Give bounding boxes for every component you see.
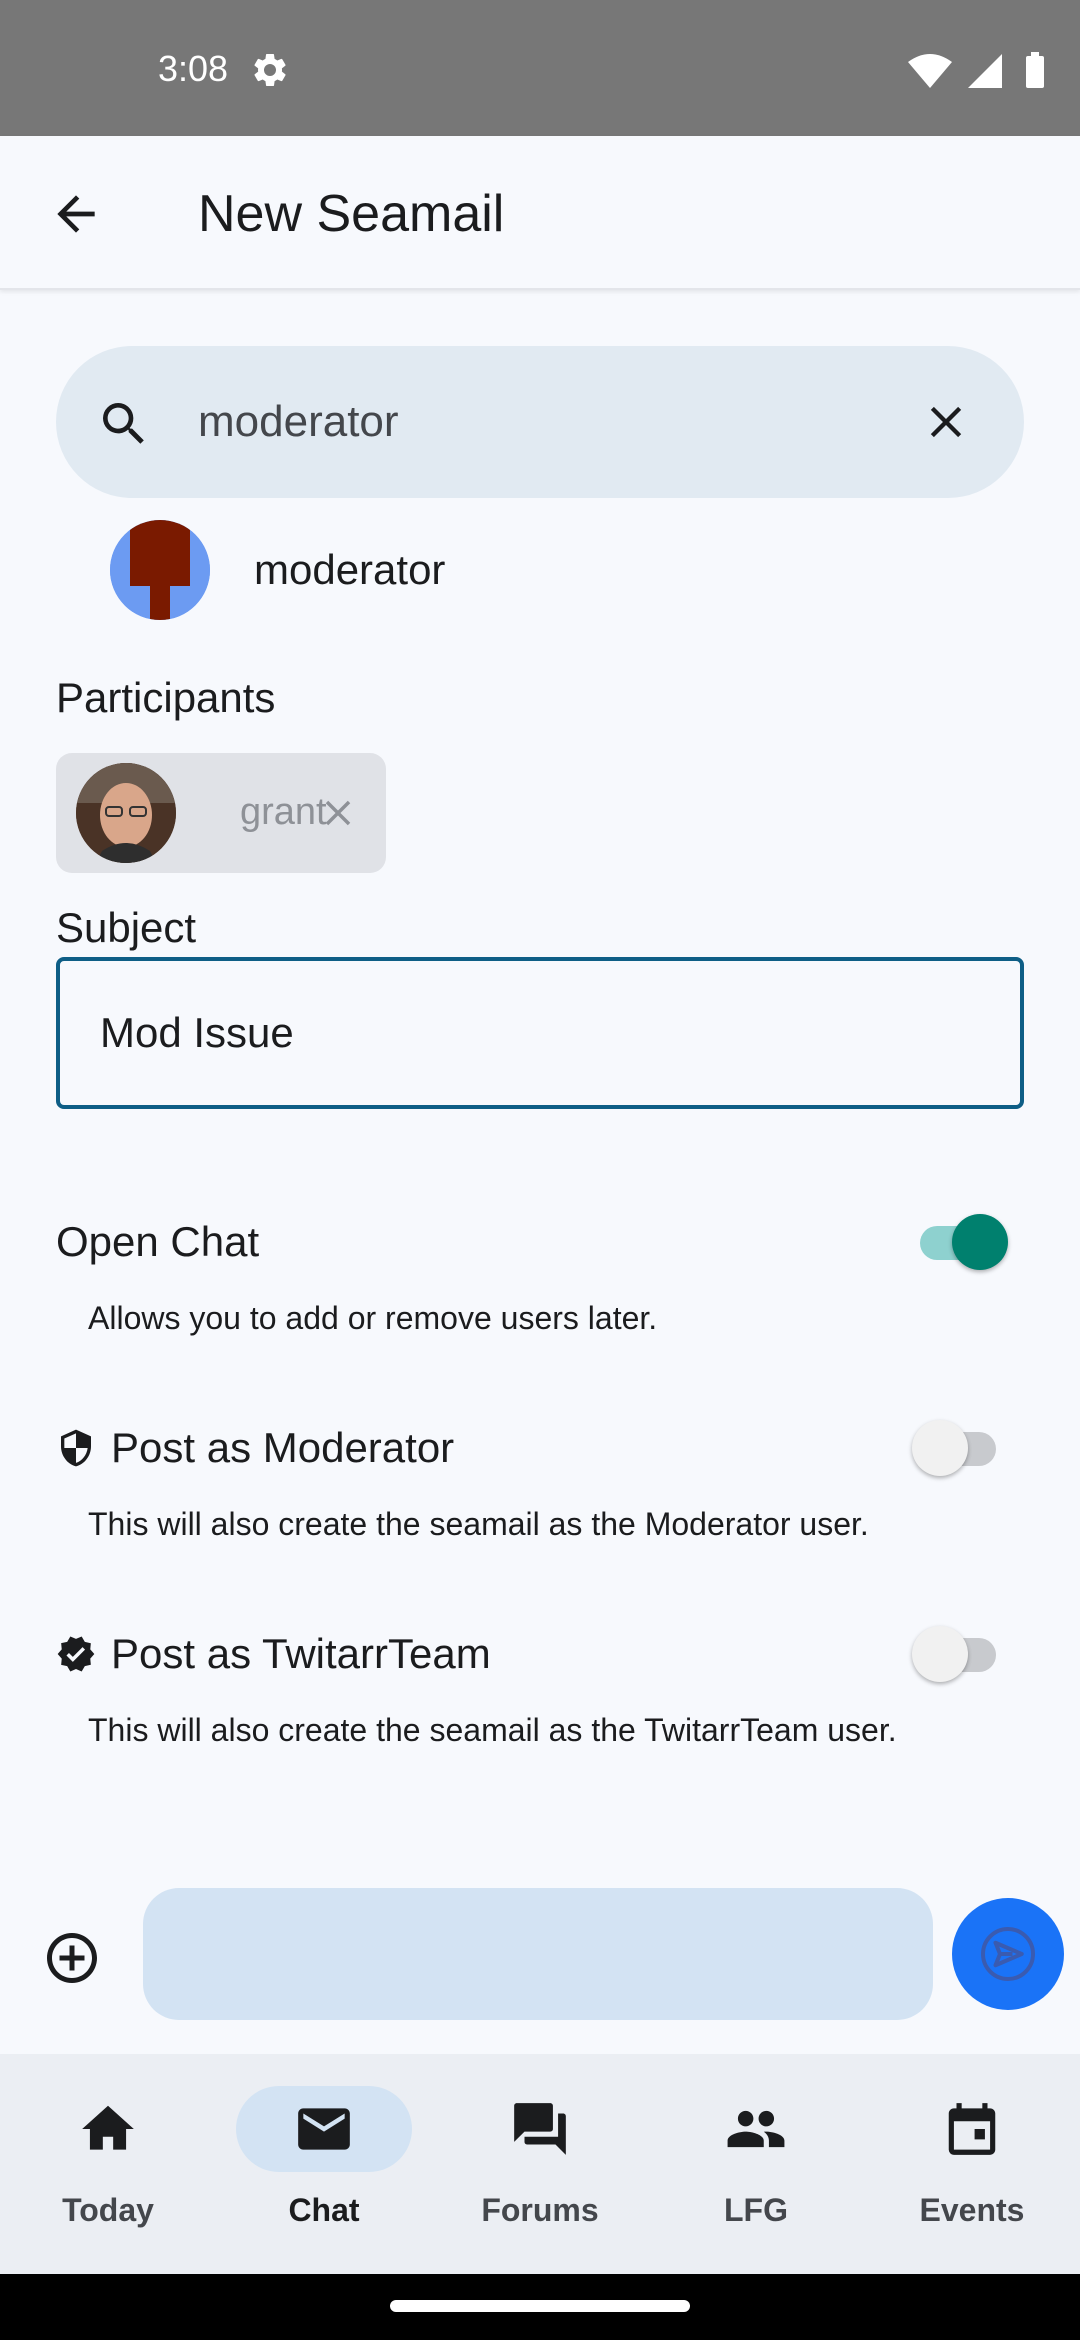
status-icons bbox=[908, 52, 1044, 88]
option-description: This will also create the seamail as the… bbox=[88, 1506, 869, 1542]
arrow-back-icon bbox=[57, 195, 95, 233]
post-as-twitarrteam-toggle[interactable] bbox=[912, 1624, 1008, 1682]
nav-item-forums[interactable]: Forums bbox=[432, 2054, 648, 2274]
nav-label: Today bbox=[62, 2192, 154, 2228]
toggle-knob bbox=[952, 1214, 1008, 1270]
user-search-bar[interactable] bbox=[56, 346, 1024, 498]
option-description: Allows you to add or remove users later. bbox=[88, 1300, 658, 1336]
close-icon bbox=[325, 800, 351, 826]
calendar-icon bbox=[948, 2103, 996, 2155]
shield-icon bbox=[61, 1429, 91, 1467]
add-circle-icon bbox=[47, 1933, 97, 1983]
option-open-chat: Open Chat bbox=[56, 1202, 1024, 1278]
battery-icon bbox=[1026, 56, 1044, 88]
mail-icon bbox=[298, 2108, 350, 2150]
nav-label: Events bbox=[919, 2192, 1025, 2228]
home-gesture-handle[interactable] bbox=[390, 2300, 690, 2312]
grant-avatar-image bbox=[76, 763, 176, 863]
message-input[interactable] bbox=[143, 1888, 933, 2020]
participant-chip[interactable]: grant bbox=[56, 753, 386, 873]
status-time: 3:08 bbox=[158, 48, 229, 89]
send-icon bbox=[981, 1927, 1035, 1981]
nav-item-events[interactable]: Events bbox=[864, 2054, 1080, 2274]
search-result-item[interactable]: moderator bbox=[56, 512, 1024, 628]
open-chat-toggle[interactable] bbox=[912, 1212, 1008, 1270]
system-gesture-bar bbox=[0, 2274, 1080, 2340]
nav-pill bbox=[236, 2086, 412, 2172]
nav-label: Forums bbox=[481, 2192, 599, 2228]
nav-item-lfg[interactable]: LFG bbox=[648, 2054, 864, 2274]
option-label: Post as TwitarrTeam bbox=[111, 1630, 491, 1677]
avatar bbox=[76, 763, 176, 863]
nav-pill bbox=[668, 2086, 844, 2172]
nav-pill bbox=[20, 2086, 196, 2172]
send-button[interactable] bbox=[952, 1898, 1064, 2010]
search-result-name: moderator bbox=[254, 546, 446, 593]
page-title: New Seamail bbox=[198, 185, 505, 243]
back-button[interactable] bbox=[40, 178, 112, 250]
verified-badge-icon bbox=[57, 1636, 95, 1672]
nav-label: LFG bbox=[724, 2192, 788, 2228]
option-description: This will also create the seamail as the… bbox=[88, 1712, 897, 1748]
option-post-as-moderator: Post as Moderator bbox=[56, 1408, 1024, 1484]
people-icon bbox=[727, 2110, 785, 2148]
search-input[interactable] bbox=[198, 384, 898, 460]
nav-item-today[interactable]: Today bbox=[0, 2054, 216, 2274]
bottom-navigation: Today Chat Forums LFG Events bbox=[0, 2054, 1080, 2274]
option-label: Open Chat bbox=[56, 1218, 260, 1265]
subject-input[interactable] bbox=[100, 1001, 980, 1065]
message-composer bbox=[0, 1880, 1080, 2050]
avatar bbox=[110, 520, 210, 620]
subject-field[interactable] bbox=[56, 957, 1024, 1109]
subject-label: Subject bbox=[56, 904, 197, 951]
wifi-icon bbox=[908, 54, 952, 88]
participants-label: Participants bbox=[56, 674, 276, 721]
nav-label: Chat bbox=[288, 2192, 360, 2228]
option-label: Post as Moderator bbox=[111, 1424, 455, 1471]
moderator-avatar-image bbox=[110, 520, 210, 620]
forum-icon bbox=[514, 2103, 566, 2155]
attach-button[interactable] bbox=[38, 1924, 106, 1992]
settings-gear-icon bbox=[254, 53, 286, 86]
status-bar: 3:08 bbox=[0, 0, 1080, 136]
search-icon bbox=[103, 403, 144, 444]
clear-search-button[interactable] bbox=[910, 386, 982, 458]
remove-participant-button[interactable] bbox=[314, 789, 362, 837]
nav-item-chat[interactable]: Chat bbox=[216, 2054, 432, 2274]
home-icon bbox=[82, 2105, 134, 2150]
cell-signal-icon bbox=[968, 54, 1002, 88]
toggle-knob bbox=[912, 1420, 968, 1476]
nav-pill bbox=[884, 2086, 1060, 2172]
post-as-moderator-toggle[interactable] bbox=[912, 1418, 1008, 1476]
close-icon bbox=[930, 406, 962, 438]
nav-pill bbox=[452, 2086, 628, 2172]
toggle-knob bbox=[912, 1626, 968, 1682]
app-bar: New Seamail bbox=[0, 136, 1080, 290]
option-post-as-twitarrteam: Post as TwitarrTeam bbox=[56, 1614, 1024, 1690]
